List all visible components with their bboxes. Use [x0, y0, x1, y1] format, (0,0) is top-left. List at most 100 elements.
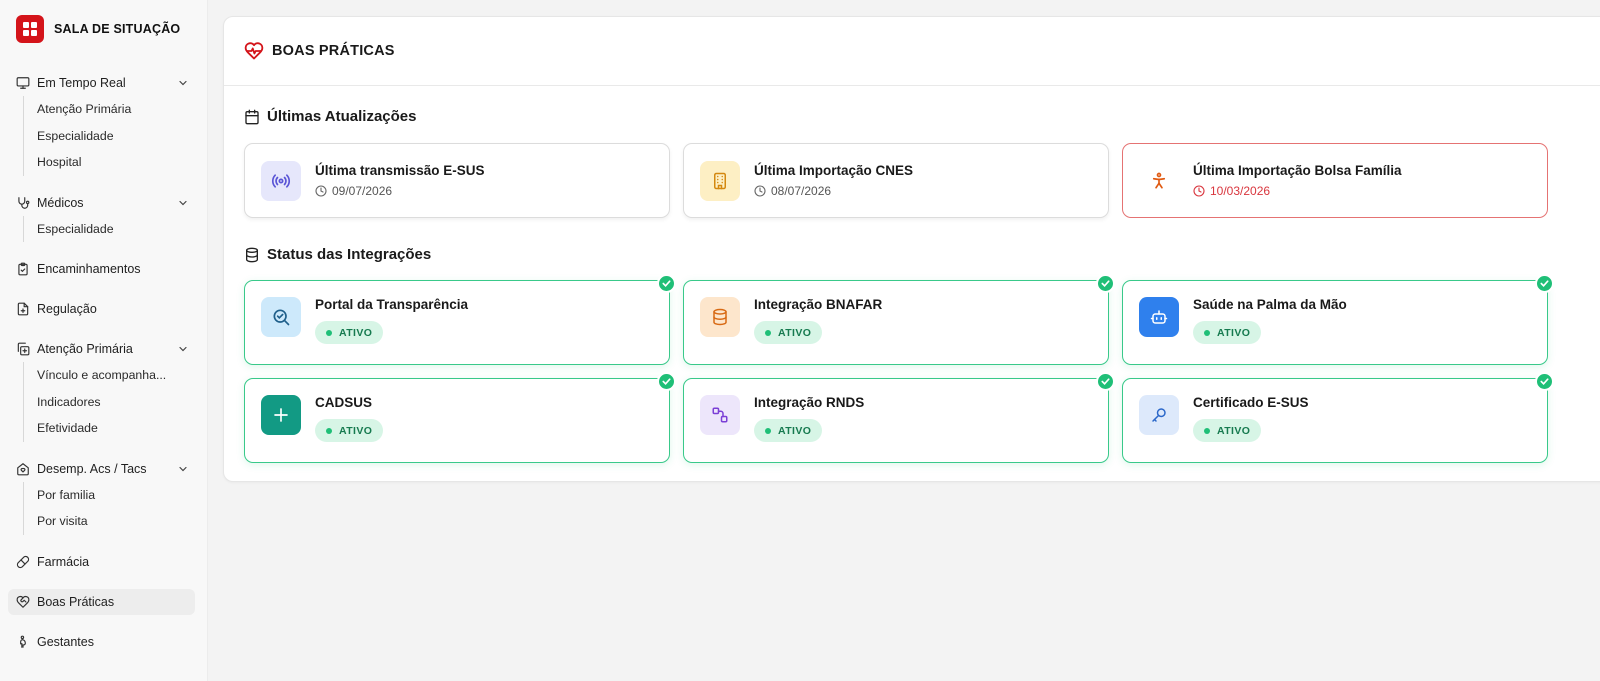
status-dot [1204, 329, 1210, 336]
section-title-label: Status das Integrações [267, 246, 432, 263]
sidebar-item-label: Desemp. Acs / Tacs [37, 461, 147, 476]
update-date: 08/07/2026 [754, 184, 913, 198]
nav-group-medicos: Médicos Especialidade [0, 190, 207, 243]
sidebar-subitem-atencao-primaria[interactable]: Atenção Primária [37, 96, 207, 123]
calendar-icon [244, 109, 260, 125]
heart-handshake-icon [16, 595, 30, 609]
sidebar-subitem-vinculo[interactable]: Vínculo e acompanha... [37, 362, 207, 389]
sidebar-subitem-por-visita[interactable]: Por visita [37, 508, 207, 535]
house-heart-icon [16, 462, 30, 476]
update-title: Última transmissão E-SUS [315, 163, 485, 178]
update-card-esus: Última transmissão E-SUS 09/07/2026 [244, 143, 670, 218]
card-text: Saúde na Palma da Mão ATIVO [1193, 297, 1347, 344]
plus-icon [261, 395, 301, 435]
status-badge: ATIVO [1193, 419, 1262, 442]
card-text: Integração BNAFAR ATIVO [754, 297, 882, 344]
sidebar-item-regulacao[interactable]: Regulação [0, 296, 207, 322]
sidebar-item-encaminhamentos[interactable]: Encaminhamentos [0, 256, 207, 282]
check-circle-icon [1096, 372, 1115, 391]
status-label: ATIVO [1217, 326, 1251, 339]
chevron-down-icon[interactable] [177, 463, 189, 475]
page-title: BOAS PRÁTICAS [272, 43, 395, 59]
pregnant-icon [16, 635, 30, 649]
radio-signal-icon [261, 160, 301, 201]
nav-group-farmacia: Farmácia [0, 549, 207, 575]
clock-icon [1193, 185, 1210, 197]
status-label: ATIVO [339, 424, 373, 437]
bot-icon [1139, 297, 1179, 337]
integration-name: Integração RNDS [754, 395, 865, 410]
chevron-down-icon[interactable] [177, 343, 189, 355]
clock-icon [315, 185, 332, 197]
check-circle-icon [657, 274, 676, 293]
status-dot [1204, 427, 1210, 434]
integration-name: Portal da Transparência [315, 297, 469, 312]
status-label: ATIVO [778, 424, 812, 437]
integration-card-certificado-esus: Certificado E-SUS ATIVO [1122, 372, 1554, 463]
integration-name: Integração BNAFAR [754, 297, 883, 312]
sidebar-subitem-indicadores[interactable]: Indicadores [37, 389, 207, 416]
sidebar-item-label: Médicos [37, 195, 84, 210]
stethoscope-icon [16, 196, 30, 210]
status-label: ATIVO [1217, 424, 1251, 437]
update-date-value: 08/07/2026 [771, 184, 832, 198]
sidebar-item-atencao-primaria[interactable]: Atenção Primária [0, 336, 207, 362]
status-badge: ATIVO [754, 419, 823, 442]
nav-group-regulacao: Regulação [0, 296, 207, 322]
sidebar-item-label: Boas Práticas [37, 594, 115, 609]
pill-icon [16, 555, 30, 569]
clipboard-icon [16, 262, 30, 276]
chevron-down-icon[interactable] [177, 77, 189, 89]
check-circle-icon [1535, 372, 1554, 391]
status-badge: ATIVO [1193, 321, 1262, 344]
card-text: Última transmissão E-SUS 09/07/2026 [315, 163, 485, 198]
key-icon [1139, 395, 1179, 435]
update-date-value: 10/03/2026 [1210, 184, 1271, 198]
update-date-value: 09/07/2026 [332, 184, 393, 198]
update-card-bolsa-familia: Última Importação Bolsa Família 10/03/20… [1122, 143, 1548, 218]
status-badge: ATIVO [754, 321, 823, 344]
update-card-cnes: Última Importação CNES 08/07/2026 [683, 143, 1109, 218]
integration-card-portal-transparencia: Portal da Transparência ATIVO [244, 274, 676, 365]
integration-name: Certificado E-SUS [1193, 395, 1309, 410]
link-squares-icon [700, 395, 740, 435]
sidebar-item-label: Em Tempo Real [37, 76, 126, 90]
sidebar-item-em-tempo-real[interactable]: Em Tempo Real [0, 70, 207, 96]
brand[interactable]: SALA DE SITUAÇÃO [0, 0, 207, 58]
building-icon [700, 160, 740, 201]
integration-card-cadsus: CADSUS ATIVO [244, 372, 676, 463]
sidebar-subitem-especialidade[interactable]: Especialidade [37, 123, 207, 150]
card-text: CADSUS ATIVO [315, 395, 384, 442]
sidebar-item-gestantes[interactable]: Gestantes [0, 629, 207, 655]
submenu: Atenção Primária Especialidade Hospital [23, 96, 207, 176]
submenu: Especialidade [23, 215, 207, 243]
search-check-icon [261, 297, 301, 337]
card-text: Última Importação Bolsa Família 10/03/20… [1193, 163, 1402, 198]
integration-name: CADSUS [315, 395, 373, 410]
nav-group-encaminhamentos: Encaminhamentos [0, 256, 207, 282]
integration-name: Saúde na Palma da Mão [1193, 297, 1347, 312]
accessibility-icon [1139, 160, 1179, 201]
sidebar-nav: Em Tempo Real Atenção Primária Especiali… [0, 70, 207, 655]
sidebar-subitem-especialidade[interactable]: Especialidade [37, 216, 207, 243]
status-dot [765, 329, 771, 336]
logo-icon [16, 15, 44, 43]
nav-group-atencao-primaria: Atenção Primária Vínculo e acompanha... … [0, 336, 207, 442]
monitor-icon [16, 76, 30, 90]
sidebar-subitem-por-familia[interactable]: Por familia [37, 482, 207, 509]
chevron-down-icon[interactable] [177, 197, 189, 209]
update-date: 10/03/2026 [1193, 184, 1402, 198]
sidebar-subitem-efetividade[interactable]: Efetividade [37, 415, 207, 442]
nav-group-desemp: Desemp. Acs / Tacs Por familia Por visit… [0, 456, 207, 535]
section-title-updates: Últimas Atualizações [244, 108, 417, 125]
update-title: Última Importação Bolsa Família [1193, 163, 1402, 178]
sidebar-subitem-hospital[interactable]: Hospital [37, 149, 207, 176]
sidebar-item-desemp-acs-tacs[interactable]: Desemp. Acs / Tacs [0, 456, 207, 482]
sidebar-item-label: Regulação [37, 302, 97, 316]
sidebar-item-farmacia[interactable]: Farmácia [0, 549, 207, 575]
section-title-label: Últimas Atualizações [267, 108, 417, 125]
card-text: Última Importação CNES 08/07/2026 [754, 163, 913, 198]
sidebar-item-label: Gestantes [37, 634, 94, 649]
sidebar-item-boas-praticas[interactable]: Boas Práticas [8, 588, 195, 615]
sidebar-item-medicos[interactable]: Médicos [0, 190, 207, 216]
